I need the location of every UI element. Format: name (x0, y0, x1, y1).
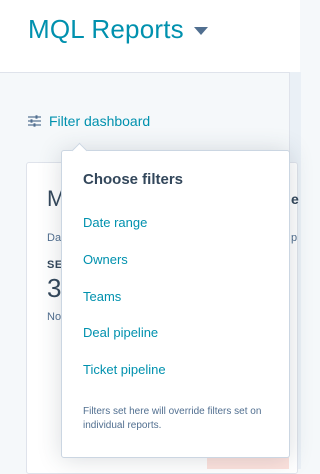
filter-dashboard-label[interactable]: Filter dashboard (49, 113, 150, 129)
popover-heading: Choose filters (83, 171, 184, 188)
report-right-heading: e (291, 191, 299, 207)
filter-option-ticket-pipeline[interactable]: Ticket pipeline (83, 362, 166, 377)
popover-footnote: Filters set here will override filters s… (83, 406, 262, 431)
dashboard-title[interactable]: MQL Reports (28, 14, 184, 45)
caret-down-icon[interactable] (193, 26, 208, 35)
sliders-icon (28, 115, 41, 127)
report-date-range: Da (47, 232, 62, 244)
report-value: 3 (47, 273, 62, 303)
filter-dashboard-button[interactable]: Filter dashboard (28, 113, 150, 129)
report-note: No (47, 311, 62, 323)
filter-option-teams[interactable]: Teams (83, 289, 121, 304)
filter-option-owners[interactable]: Owners (83, 252, 128, 267)
filter-option-deal-pipeline[interactable]: Deal pipeline (83, 325, 158, 340)
report-right-sub: p (291, 232, 298, 244)
dashboard-header: MQL Reports (0, 0, 300, 73)
choose-filters-popover: Choose filters Date range Owners Teams D… (61, 142, 290, 458)
popover-arrow (71, 142, 88, 159)
filter-option-date-range[interactable]: Date range (83, 215, 147, 230)
dashboard-selector[interactable]: MQL Reports (28, 14, 208, 45)
